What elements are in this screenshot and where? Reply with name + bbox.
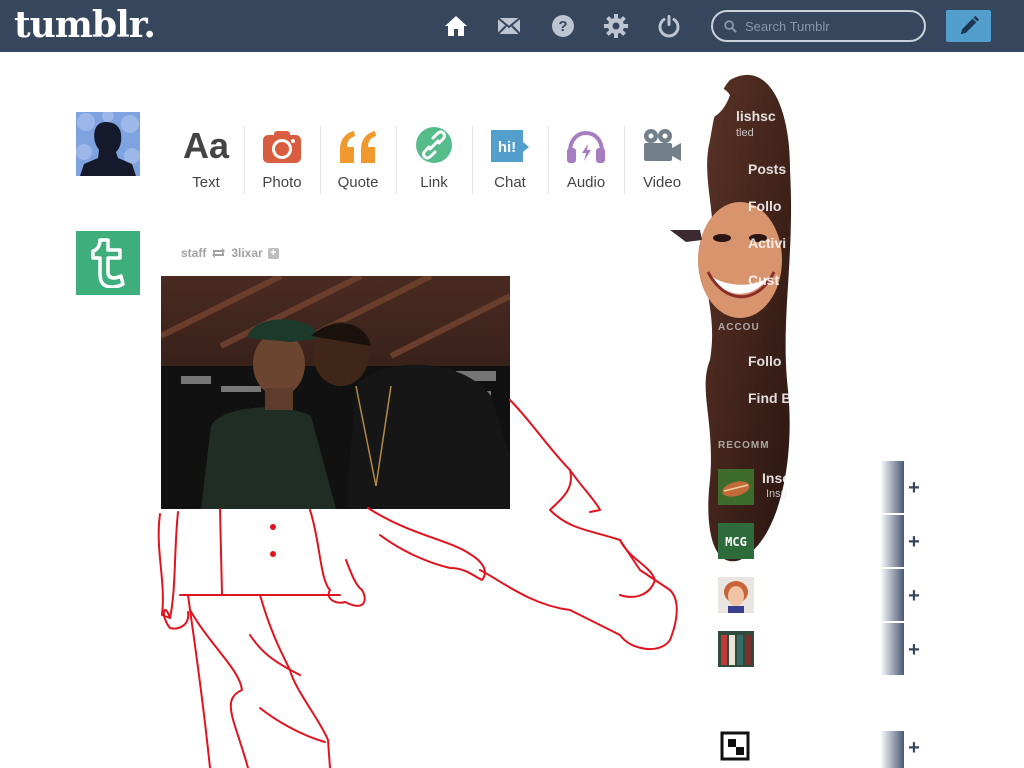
post-type-photo[interactable]: Photo <box>244 112 320 208</box>
compose-button[interactable] <box>946 10 991 42</box>
follow-blog-button[interactable]: + <box>906 738 922 758</box>
recommended-blog-avatar[interactable]: MCG <box>718 523 754 559</box>
recommended-blog-avatar[interactable] <box>718 469 754 505</box>
staff-avatar[interactable] <box>76 231 140 295</box>
recommended-blog-avatar[interactable] <box>718 631 754 667</box>
search-input[interactable] <box>745 17 915 35</box>
row-fade <box>880 515 904 567</box>
sidebar-item-following[interactable]: Follo <box>748 353 781 369</box>
sidebar-item-activity[interactable]: Activi <box>748 235 786 251</box>
text-icon: Aa <box>182 125 230 166</box>
chat-icon: hi! <box>491 130 529 162</box>
sidebar-item-followers[interactable]: Follo <box>748 198 781 214</box>
search-box <box>711 10 926 42</box>
svg-text:hi!: hi! <box>498 139 516 156</box>
post-type-bar: Aa Text Photo Quote Link hi! Chat Audio … <box>168 112 700 208</box>
post-author-link[interactable]: staff <box>181 246 206 260</box>
sidebar-item-customize[interactable]: Cust <box>748 272 779 288</box>
sidebar-item-find-blogs[interactable]: Find B <box>748 390 792 406</box>
post-photo[interactable] <box>161 276 510 509</box>
mail-icon[interactable] <box>495 12 523 40</box>
settings-icon[interactable] <box>602 12 630 40</box>
pencil-icon <box>960 15 979 35</box>
post-type-quote[interactable]: Quote <box>320 112 396 208</box>
row-fade <box>880 623 904 675</box>
sidebar-item-posts[interactable]: Posts <box>748 161 786 177</box>
follow-blog-button[interactable]: + <box>906 532 922 552</box>
tumblr-dashboard: tumblr. ? Search Tumblr Aa Text Photo Qu… <box>0 0 1024 768</box>
row-fade <box>880 461 904 513</box>
post-type-text[interactable]: Aa Text <box>168 112 244 208</box>
link-icon <box>416 127 452 163</box>
follow-blog-button[interactable]: + <box>906 478 922 498</box>
search-icon <box>724 20 737 33</box>
power-icon[interactable] <box>655 12 683 40</box>
follow-plus-icon[interactable]: + <box>267 247 279 259</box>
sidebar-blog-name[interactable]: lishsc <box>736 108 776 124</box>
reblog-icon <box>212 248 226 258</box>
mcg-logo: MCG <box>725 535 747 549</box>
row-fade <box>880 731 904 768</box>
recommended-blog-subtitle: Insp <box>766 488 787 500</box>
home-icon[interactable] <box>442 12 470 40</box>
post-type-link[interactable]: Link <box>396 112 472 208</box>
camera-icon <box>263 131 301 163</box>
help-icon[interactable]: ? <box>549 12 577 40</box>
recommended-blog-avatar[interactable] <box>718 577 754 613</box>
recommended-blog-name[interactable]: Inse <box>762 470 790 486</box>
post-type-audio[interactable]: Audio <box>548 112 624 208</box>
recommended-blog-avatar[interactable] <box>718 731 754 767</box>
post-header: staff 3lixar + <box>181 246 279 260</box>
top-header: tumblr. ? <box>0 0 1024 52</box>
quote-icon <box>340 131 376 163</box>
sidebar-blog-subtitle: tled <box>736 127 754 139</box>
headphones-icon <box>567 130 605 163</box>
svg-text:?: ? <box>558 18 567 35</box>
user-avatar[interactable] <box>76 112 140 176</box>
row-fade <box>880 569 904 621</box>
tumblr-t-logo <box>91 238 125 288</box>
follow-blog-button[interactable]: + <box>906 640 922 660</box>
reblog-source-link[interactable]: 3lixar <box>231 246 262 260</box>
follow-blog-button[interactable]: + <box>906 586 922 606</box>
tumblr-logo[interactable]: tumblr. <box>14 4 156 46</box>
recommended-heading: RECOMM <box>718 440 770 451</box>
account-heading: ACCOU <box>718 322 760 333</box>
post-type-chat[interactable]: hi! Chat <box>472 112 548 208</box>
